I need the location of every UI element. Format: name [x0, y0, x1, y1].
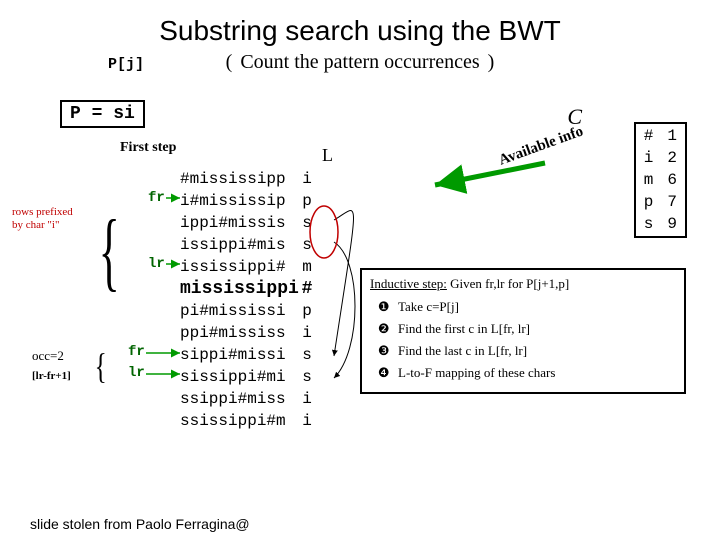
brace-icon-small: { — [95, 356, 107, 378]
inductive-step-box: Inductive step: Given fr,lr for P[j+1,p]… — [360, 268, 686, 394]
c-table-row: s9 — [638, 214, 683, 234]
inductive-step-item: Find the first c in L[fr, lr] — [396, 318, 676, 340]
slide-title: Substring search using the BWT — [30, 15, 690, 47]
fr-pointer-0: fr — [148, 190, 165, 206]
inductive-step-header: Inductive step: Given fr,lr for P[j+1,p] — [370, 276, 676, 292]
lr-pointer-0: lr — [148, 256, 165, 272]
c-table-row: m6 — [638, 170, 683, 190]
bwt-row: sissippi#mis — [180, 366, 316, 388]
occ-label: occ=2 — [32, 348, 64, 364]
inductive-step-item: L-to-F mapping of these chars — [396, 362, 676, 384]
p-j-label: P[j] — [108, 56, 144, 73]
bwt-row: ssissippi#mi — [180, 410, 316, 432]
c-table-row: p7 — [638, 192, 683, 212]
pattern-box: P = si — [60, 100, 145, 128]
bwt-row: issippi#miss — [180, 234, 316, 256]
c-table-row: #1 — [638, 126, 683, 146]
bwt-row: #mississippi — [180, 168, 316, 190]
slide-credit: slide stolen from Paolo Ferragina@ — [30, 516, 250, 532]
c-table: #1i2m6p7s9 — [634, 122, 687, 238]
bwt-row: sippi#missis — [180, 344, 316, 366]
c-table-row: i2 — [638, 148, 683, 168]
l-column-label: L — [322, 145, 333, 166]
range-formula-label: [lr-fr+1] — [32, 370, 71, 382]
bwt-row: pi#mississip — [180, 300, 316, 322]
bwt-row: ississippi#m — [180, 256, 316, 278]
fr-pointer-1: fr — [128, 344, 145, 360]
bwt-matrix: #mississippii#mississippippi#missississi… — [180, 168, 316, 432]
bwt-row: ippi#mississ — [180, 212, 316, 234]
paren-close: ) — [488, 51, 495, 74]
bwt-row: i#mississipp — [180, 190, 316, 212]
inductive-step-item: Find the last c in L[fr, lr] — [396, 340, 676, 362]
rows-prefixed-label: rows prefixed by char "i" — [12, 206, 73, 232]
lr-pointer-1: lr — [128, 365, 145, 381]
brace-icon: { — [99, 226, 120, 279]
paren-open: ( — [226, 51, 233, 74]
subtitle-text: Count the pattern occurrences — [240, 51, 479, 74]
inductive-step-list: Take c=P[j]Find the first c in L[fr, lr]… — [370, 296, 676, 384]
bwt-row: mississippi# — [180, 278, 316, 300]
inductive-step-item: Take c=P[j] — [396, 296, 676, 318]
available-info-label: Available info — [496, 123, 585, 169]
bwt-row: ppi#mississi — [180, 322, 316, 344]
first-step-label: First step — [120, 140, 176, 156]
bwt-row: ssippi#missi — [180, 388, 316, 410]
